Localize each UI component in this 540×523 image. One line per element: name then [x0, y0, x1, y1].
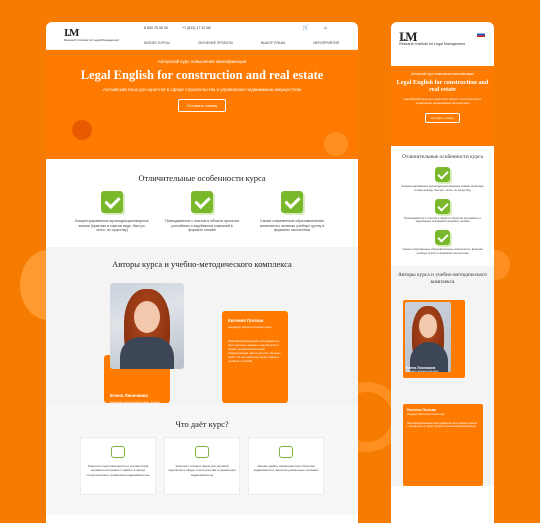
feature-text: Преподаватели с опытом в области проекто… — [165, 219, 239, 233]
chat-icon — [111, 446, 125, 459]
hero-section: Авторский курс повышения квалификации Le… — [46, 50, 358, 159]
mobile-features: Отличительные особенности курса Концентр… — [391, 146, 494, 256]
cart-icon[interactable]: 🛒 — [303, 25, 309, 31]
give-text: Умение давать характеристику объектам не… — [253, 464, 319, 473]
feature-item: Самые современные образовательные компон… — [255, 191, 329, 233]
hero-title: Legal English for construction and real … — [80, 68, 324, 82]
author-description: Квалифицированный преподаватель иностран… — [407, 421, 478, 429]
author-card-right[interactable]: Евгения Попова кандидат филологических н… — [403, 403, 483, 486]
feature-text: Самые современные образовательные компон… — [402, 247, 483, 255]
language-flag-icon[interactable] — [477, 32, 485, 37]
nav-item-3[interactable]: Выбор Плана — [261, 41, 285, 45]
logo-subtitle: Research Institute for Legal Management — [399, 42, 465, 46]
give-card: Гарантия подготовленности и соответствия… — [80, 437, 156, 496]
hero-pretitle: Авторский курс повышения квалификации — [411, 72, 474, 76]
hero-subtitle: Английский язык для юристов в сфере стро… — [102, 87, 302, 92]
hero-circle-right — [324, 132, 348, 156]
mobile-authors: Авторы курса и учебно-методического комп… — [391, 265, 494, 486]
feature-text: Концентрированные мультидисциплинарные з… — [75, 219, 149, 233]
phone-1[interactable]: 8 800 75 50 90 — [144, 26, 168, 30]
authors-title: Авторы курса и учебно-методического комп… — [112, 259, 292, 270]
mobile-header: I.M Research Institute for Legal Managem… — [391, 22, 494, 66]
logo[interactable]: I.M Research Institute for Legal Managem… — [64, 28, 119, 42]
author-name: Евгения Попова — [407, 407, 436, 412]
author-name: Евгения Попова — [228, 318, 264, 324]
feature-item: Преподаватели с опытом в области проекто… — [391, 198, 494, 225]
feature-text: Самые современные образовательные компон… — [259, 219, 325, 233]
author-name: Елена Лисичкина — [110, 393, 148, 399]
authors-section: Авторы курса и учебно-методического комп… — [46, 247, 358, 406]
edit-icon — [279, 446, 293, 459]
features-title: Отличительные особенности курса — [402, 154, 483, 160]
apply-button[interactable]: Оставить заявку — [425, 112, 460, 123]
check-icon — [435, 198, 450, 214]
mobile-hero: Авторский курс повышения квалификации Le… — [391, 66, 494, 146]
author-card-left-text: Елена Лисичкина кандидат юридических нау… — [403, 366, 463, 373]
check-icon — [101, 191, 123, 213]
mobile-mockup: I.M Research Institute for Legal Managem… — [391, 22, 494, 523]
hero-title: Legal English for construction and real … — [396, 79, 489, 94]
feature-item: Концентрированные мультидисциплинарные з… — [75, 191, 149, 233]
give-card: Комплект типовых форм для деловой перепи… — [164, 437, 240, 496]
check-icon — [191, 191, 213, 213]
user-icon[interactable]: ☺ — [323, 25, 328, 31]
nav-item-4[interactable]: Мероприятия — [313, 41, 339, 45]
authors-title: Авторы курса и учебно-методического комп… — [398, 271, 487, 285]
main-nav: Бизнес курсы Обучение проекты Выбор План… — [144, 41, 339, 45]
mobile-logo[interactable]: I.M Research Institute for Legal Managem… — [399, 30, 486, 47]
author-photo — [110, 283, 184, 370]
desktop-header: I.M Research Institute for Legal Managem… — [46, 22, 358, 50]
documents-icon — [195, 446, 209, 459]
check-icon — [435, 167, 450, 183]
features-section: Отличительные особенности курса Концентр… — [46, 159, 358, 233]
feature-item: Самые современные образовательные компон… — [391, 230, 494, 256]
apply-button[interactable]: Оставить заявку — [177, 99, 227, 112]
gives-section: Что даёт курс? Гарантия подготовленности… — [46, 405, 358, 516]
author-photo — [405, 301, 451, 372]
hero-pretitle: Авторский курс повышения квалификации — [157, 59, 247, 64]
author-role: кандидат филологических наук — [407, 412, 445, 416]
phone-2[interactable]: +7 (812) 17 42 68 — [182, 26, 210, 30]
desktop-mockup: I.M Research Institute for Legal Managem… — [46, 22, 358, 523]
feature-text: Концентрированные мультидисциплинарные з… — [401, 184, 484, 192]
give-text: Комплект типовых форм для деловой перепи… — [168, 464, 236, 477]
author-card-right[interactable]: Евгения Попова кандидат филологических н… — [222, 311, 288, 404]
features-title: Отличительные особенности курса — [138, 173, 266, 183]
nav-item-2[interactable]: Обучение проекты — [198, 41, 233, 45]
author-role: кандидат филологических наук — [228, 325, 272, 330]
feature-item: Преподаватели с опытом в области проекто… — [165, 191, 239, 233]
header-icons: 🛒 ☺ — [303, 25, 328, 31]
nav-item-1[interactable]: Бизнес курсы — [144, 41, 170, 45]
check-icon — [435, 230, 450, 246]
hero-subtitle: Английский язык для юристов в сфере стро… — [403, 96, 482, 105]
header-contacts: 8 800 75 50 90 +7 (812) 17 42 68 — [144, 26, 210, 30]
check-icon — [281, 191, 303, 213]
hero-circle-left — [72, 120, 92, 140]
author-role: кандидат юридических наук — [406, 369, 439, 373]
author-role: кандидат юридических наук, доцент — [110, 400, 161, 405]
give-text: Гарантия подготовленности и соответствия… — [86, 464, 150, 477]
give-card: Умение давать характеристику объектам не… — [248, 437, 324, 496]
gives-title: Что даёт курс? — [175, 419, 229, 430]
feature-text: Преподаватели с опытом в области проекто… — [404, 215, 481, 224]
logo-subtitle: Research Institute for Legal Management — [64, 38, 120, 43]
author-description: Квалифицированный преподаватель иностран… — [228, 339, 281, 364]
feature-item: Концентрированные мультидисциплинарные з… — [391, 167, 494, 193]
